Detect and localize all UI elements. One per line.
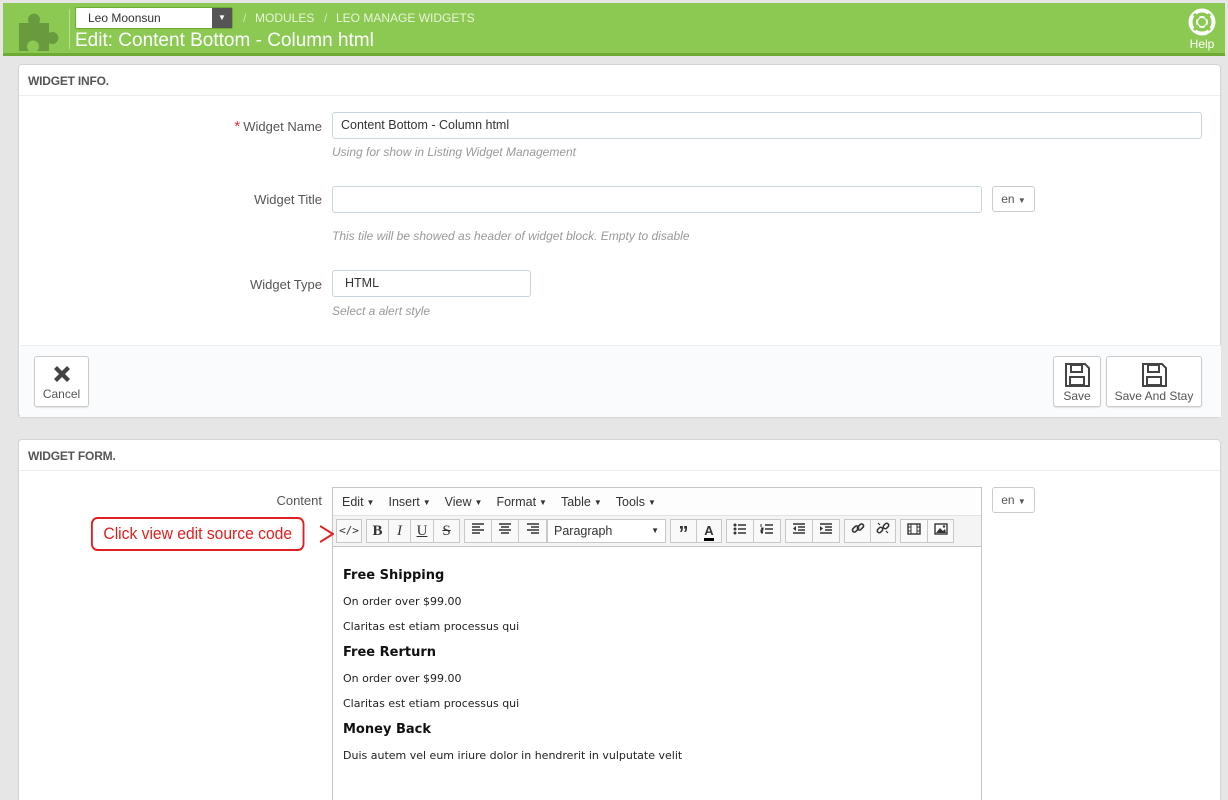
menu-table[interactable]: Table ▼: [554, 488, 609, 517]
image-icon[interactable]: [927, 519, 954, 543]
widget-type-hint: Select a alert style: [332, 304, 431, 318]
menu-format[interactable]: Format ▼: [489, 488, 554, 517]
unlink-icon[interactable]: [870, 519, 896, 543]
bold-icon[interactable]: B: [366, 519, 389, 543]
link-icon[interactable]: [844, 519, 871, 543]
rich-text-editor: Edit ▼ Insert ▼ View ▼ Format ▼ Table ▼ Tools ▼ </>…: [332, 487, 982, 800]
bullet-list-icon[interactable]: [726, 519, 754, 543]
widget-form-heading: Widget form.: [19, 440, 1220, 471]
strikethrough-icon[interactable]: S: [433, 519, 460, 543]
video-icon[interactable]: [900, 519, 928, 543]
content-paragraph: On order over $99.00: [343, 672, 462, 685]
align-left-icon[interactable]: [464, 519, 492, 543]
menu-tools[interactable]: Tools ▼: [609, 488, 663, 517]
cancel-button[interactable]: Cancel: [34, 356, 89, 407]
widget-type-label: Widget Type: [249, 277, 322, 292]
lifebuoy-icon: [1188, 8, 1216, 36]
annotation-callout: Click view edit source code: [91, 517, 305, 551]
close-icon: [53, 366, 70, 382]
content-label: Content: [276, 493, 322, 508]
breadcrumb-modules[interactable]: Modules: [255, 11, 314, 25]
content-heading: Free Shipping: [343, 568, 445, 583]
numbered-list-icon[interactable]: [753, 519, 781, 543]
widget-form-panel: Widget form. Content en ▼ Edit ▼ Insert ▼ Vi…: [18, 439, 1221, 800]
format-select[interactable]: Paragraph ▼: [547, 519, 666, 543]
widget-title-lang-button[interactable]: en ▼: [992, 186, 1035, 212]
content-paragraph: Claritas est etiam processus qui: [343, 697, 520, 710]
chevron-down-icon: ▼: [212, 8, 232, 28]
widget-title-input[interactable]: [332, 186, 982, 213]
callout-pointer-icon: [320, 525, 334, 543]
content-paragraph: Claritas est etiam processus qui: [343, 620, 520, 633]
save-button[interactable]: Save: [1053, 356, 1101, 407]
widget-type-select[interactable]: HTML: [332, 270, 531, 297]
shop-select[interactable]: Leo Moonsun ▼: [75, 7, 233, 29]
content-heading: Money Back: [343, 722, 431, 737]
floppy-disk-icon: [1065, 363, 1090, 387]
top-header: Leo Moonsun ▼ / Modules / Leo Manage Wid…: [3, 3, 1225, 56]
align-right-icon[interactable]: [518, 519, 547, 543]
shop-select-value: Leo Moonsun: [88, 11, 161, 25]
menu-edit[interactable]: Edit ▼: [335, 488, 381, 517]
floppy-disk-icon: [1142, 363, 1167, 387]
align-center-icon[interactable]: [491, 519, 519, 543]
blockquote-icon[interactable]: ”: [670, 519, 697, 545]
italic-icon[interactable]: I: [388, 519, 411, 543]
content-heading: Free Rerturn: [343, 645, 436, 660]
content-paragraph: On order over $99.00: [343, 595, 462, 608]
widget-name-hint: Using for show in Listing Widget Managem…: [332, 145, 577, 159]
text-color-icon[interactable]: A: [696, 519, 722, 543]
editor-content-area[interactable]: Free Shipping On order over $99.00 Clari…: [333, 547, 981, 788]
widget-info-panel: Widget info. * Widget Name Content Bottom…: [18, 64, 1221, 417]
editor-toolbar: </> B I U S Paragraph ▼ ” A: [333, 516, 981, 547]
save-and-stay-button[interactable]: Save And Stay: [1106, 356, 1202, 407]
content-paragraph: Duis autem vel eum iriure dolor in hendr…: [343, 749, 683, 762]
help-label: Help: [1189, 37, 1215, 51]
required-asterisk: *: [234, 118, 241, 135]
widget-title-hint: This tile will be showed as header of wi…: [332, 229, 690, 243]
widget-info-heading: Widget info.: [19, 65, 1220, 96]
page-title: Edit: Content Bottom - Column html: [75, 30, 374, 51]
panel-footer: Cancel Save Save And Stay: [20, 345, 1221, 417]
underline-icon[interactable]: U: [410, 519, 434, 543]
menu-view[interactable]: View ▼: [438, 488, 490, 517]
editor-menubar: Edit ▼ Insert ▼ View ▼ Format ▼ Table ▼ Tools ▼: [333, 488, 981, 516]
breadcrumb-manage-widgets[interactable]: Leo Manage Widgets: [336, 11, 475, 25]
widget-name-input[interactable]: Content Bottom - Column html: [332, 112, 1202, 139]
widget-title-label: Widget Title: [254, 192, 322, 207]
menu-insert[interactable]: Insert ▼: [381, 488, 437, 517]
outdent-icon[interactable]: [785, 519, 813, 543]
content-lang-button[interactable]: en ▼: [992, 487, 1035, 513]
indent-icon[interactable]: [812, 519, 840, 543]
puzzle-logo-icon: [19, 13, 59, 51]
help-button[interactable]: Help: [1187, 8, 1217, 51]
widget-name-label: * Widget Name: [234, 118, 322, 135]
source-code-icon[interactable]: </>: [336, 519, 362, 543]
